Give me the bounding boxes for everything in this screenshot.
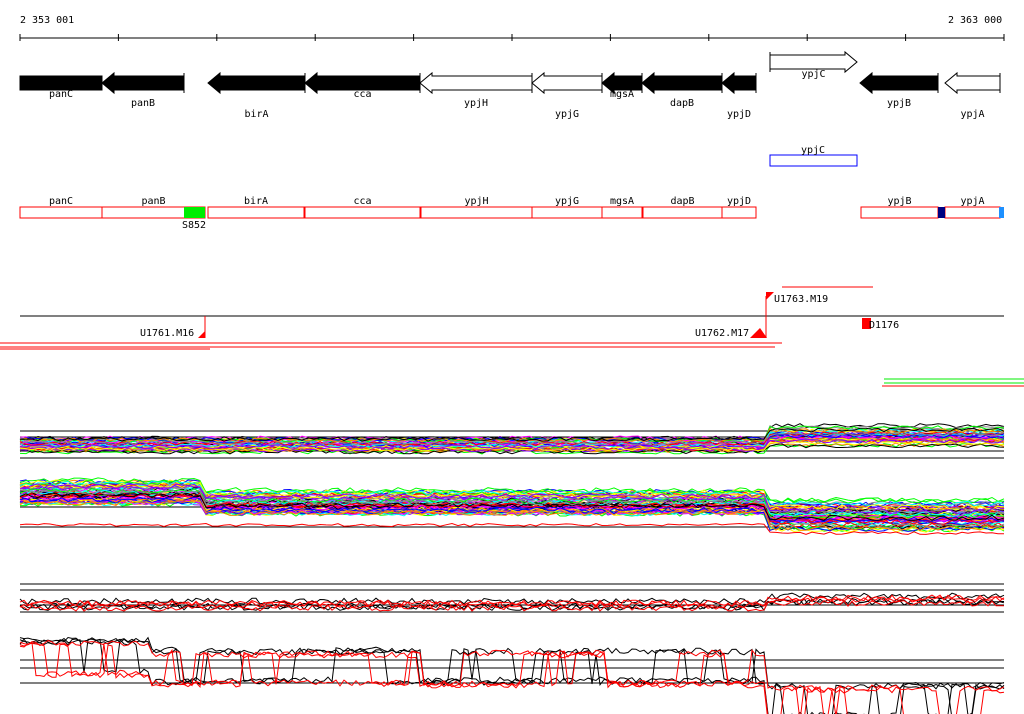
expression-trace [19,636,1005,714]
ypjC-box-label: ypjC [801,145,825,156]
annotation-box-mgsA[interactable] [601,206,643,219]
annotation-label: ypjH [464,196,488,207]
gene-arrow[interactable] [207,71,306,95]
gene-label: ypjG [555,109,579,120]
annotation-box-dapB[interactable] [642,206,723,219]
gene-birA[interactable]: birA [207,71,306,120]
gene-mgsA[interactable]: mgsA [601,71,643,100]
annotation-box-birA[interactable] [207,206,305,219]
ypjC-box[interactable] [769,154,858,167]
gene-cca[interactable]: cca [304,71,421,100]
ruler-start-label: 2 353 001 [20,15,74,26]
annotation-label: dapB [670,196,694,207]
gene-arrow[interactable] [531,71,603,95]
ruler-end-label: 2 363 000 [948,15,1002,26]
gene-ypjH[interactable]: ypjH [419,71,533,109]
gene-label: ypjA [960,109,984,120]
tss-flag[interactable] [766,292,774,300]
gene-arrow[interactable] [641,71,723,95]
annotation-box-ypjB[interactable] [860,206,939,219]
feature-dark-blue[interactable] [938,207,945,218]
annotation-box-ypjG[interactable] [531,206,603,219]
gene-label: ypjC [801,69,825,80]
annotation-box-ypjH[interactable] [420,206,533,219]
tss-label-d1176: D1176 [869,320,899,331]
annotation-label: birA [244,196,268,207]
expression-trace [19,637,1005,714]
gene-arrow[interactable] [859,71,939,95]
s852-feature[interactable] [184,207,205,218]
tss-label-u1761: U1761.M16 [140,328,194,339]
annotation-label: ypjB [887,196,911,207]
annotation-label: ypjG [555,196,579,207]
expression-trace [19,638,1005,714]
annotation-box-ypjD[interactable] [721,206,757,219]
tss-label-u1763: U1763.M19 [774,294,828,305]
gene-ypjC[interactable]: ypjC [769,50,858,80]
tss-flag[interactable] [198,331,205,338]
gene-label: birA [244,109,268,120]
gene-label: ypjB [887,98,911,109]
annotation-label: cca [353,196,371,207]
gene-arrow[interactable] [19,75,103,91]
gene-arrow[interactable] [101,71,185,95]
gene-panC[interactable]: panC [19,75,103,100]
gene-arrow[interactable] [419,71,533,95]
gene-label: panC [49,89,73,100]
annotation-label: panC [49,196,73,207]
gene-ypjA[interactable]: ypjA [944,71,1001,120]
annotation-label: panB [141,196,165,207]
s852-label: S852 [182,220,206,231]
annotation-label: ypjD [727,196,751,207]
gene-label: ypjH [464,98,488,109]
annotation-box-ypjA[interactable] [944,206,1001,219]
feature-light-blue[interactable] [999,207,1004,218]
gene-ypjB[interactable]: ypjB [859,71,939,109]
gene-label: panB [131,98,155,109]
gene-label: mgsA [610,89,634,100]
gene-ypjG[interactable]: ypjG [531,71,603,120]
annotation-label: ypjA [960,196,984,207]
annotation-box-panC[interactable] [19,206,103,219]
gene-label: dapB [670,98,694,109]
annotation-box-cca[interactable] [304,206,421,219]
gene-label: ypjD [727,109,751,120]
gene-dapB[interactable]: dapB [641,71,723,109]
annotation-label: mgsA [610,196,634,207]
genome-browser: 2 353 001 2 363 000 panC panB birA cca ypjH y… [0,0,1024,714]
gene-arrow[interactable] [721,71,757,95]
genome-view: 2 353 001 2 363 000 panC panB birA cca ypjH y… [0,15,1024,714]
tss-label-u1762: U1762.M17 [695,328,749,339]
gene-label: cca [353,89,371,100]
gene-arrow[interactable] [944,71,1001,95]
gene-ypjD[interactable]: ypjD [721,71,757,120]
gene-panB[interactable]: panB [101,71,185,109]
tss-flag[interactable] [750,328,767,338]
